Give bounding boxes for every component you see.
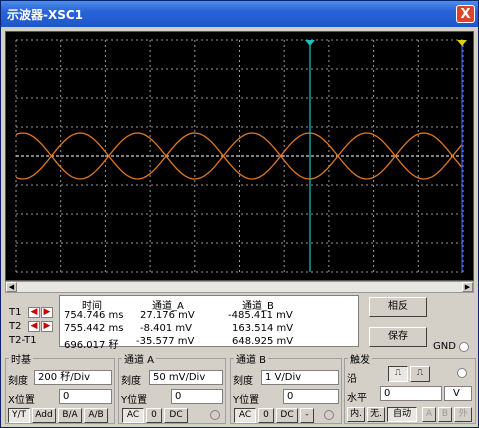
channel-b-minus-button[interactable]: - <box>300 408 314 423</box>
scope-display[interactable] <box>5 31 474 281</box>
trigger-source-b[interactable]: B <box>438 407 452 422</box>
trigger-edge-label: 沿 <box>347 374 357 385</box>
falling-edge-icon[interactable]: ⎍ <box>410 366 430 382</box>
mode-yt-button[interactable]: Y/T <box>8 408 30 423</box>
timebase-scale-field[interactable]: 200 秄/Div <box>34 370 112 385</box>
channel-a-ypos-field[interactable]: 0 <box>171 389 223 404</box>
trigger-internal-button[interactable]: 内. <box>347 407 365 422</box>
scroll-left-icon[interactable]: ◀ <box>6 282 17 292</box>
timebase-title: 时基 <box>9 351 33 366</box>
channel-a-title: 通道 A <box>122 351 157 366</box>
trigger-title: 触发 <box>348 351 372 366</box>
channel-a-ypos-label: Y位置 <box>121 395 148 406</box>
channel-a-ac-button[interactable]: AC <box>122 408 144 423</box>
t2-t1-label: T2-T1 <box>9 335 37 346</box>
t1-label: T1 <box>9 307 22 318</box>
channel-a-scale-label: 刻度 <box>121 376 141 387</box>
channel-a-scale-field[interactable]: 50 mV/Div <box>149 370 223 385</box>
channel-b-zero-button[interactable]: 0 <box>258 408 274 423</box>
cursor-readout: 时间 通道_A 通道_B 754.746 ms 27.176 mV -485.4… <box>59 295 359 351</box>
scope-screen <box>15 39 467 273</box>
oscilloscope-window: 示波器-XSC1 X ◀ ▶ T1 ◀ ▶ T2 ◀ ▶ T2-T1 时间 通道_A… <box>0 0 479 428</box>
rising-edge-icon[interactable]: ⎍ <box>388 366 408 382</box>
t1-right-arrow-icon[interactable]: ▶ <box>41 307 53 318</box>
channel-b-ac-button[interactable]: AC <box>234 408 256 423</box>
trigger-level-unit[interactable]: V <box>444 386 472 401</box>
channel-b-radio[interactable] <box>324 410 334 420</box>
save-button[interactable]: 保存 <box>369 327 427 347</box>
t2-t1-channel-b: 648.925 mV <box>232 336 294 347</box>
trigger-source-ext[interactable]: 外 <box>454 407 472 422</box>
t2-arrows: ◀ ▶ <box>28 320 54 332</box>
t2-right-arrow-icon[interactable]: ▶ <box>41 321 53 332</box>
t2-t1-channel-a: -35.577 mV <box>136 336 195 347</box>
channel-a-zero-button[interactable]: 0 <box>146 408 162 423</box>
close-icon[interactable]: X <box>456 5 475 23</box>
channel-a-radio[interactable] <box>210 410 220 420</box>
t2-channel-b: 163.514 mV <box>232 323 294 334</box>
t1-arrows: ◀ ▶ <box>28 306 54 318</box>
trigger-edge-radio[interactable] <box>457 368 467 378</box>
trigger-source-a[interactable]: A <box>422 407 436 422</box>
reverse-button[interactable]: 相反 <box>369 297 427 317</box>
t1-channel-a: 27.176 mV <box>140 310 195 321</box>
t2-t1-time: 696.017 秄 <box>64 340 119 351</box>
channel-b-ypos-field[interactable]: 0 <box>283 389 339 404</box>
channel-b-dc-button[interactable]: DC <box>276 408 298 423</box>
t2-left-arrow-icon[interactable]: ◀ <box>28 321 40 332</box>
trigger-auto-button[interactable]: 自动 <box>387 407 417 422</box>
mode-ba-button[interactable]: B/A <box>58 408 82 423</box>
cursor-t2-marker-icon <box>457 40 467 46</box>
timebase-scale-label: 刻度 <box>8 376 28 387</box>
t2-label: T2 <box>9 321 22 332</box>
t2-channel-a: -8.401 mV <box>140 323 192 334</box>
x-position-field[interactable]: 0 <box>59 389 112 404</box>
channel-a-dc-button[interactable]: DC <box>164 408 188 423</box>
gnd-label: GND <box>433 341 456 352</box>
scope-scrollbar[interactable]: ◀ ▶ <box>5 281 474 293</box>
gnd-radio[interactable] <box>459 342 469 352</box>
channel-b-scale-label: 刻度 <box>233 376 253 387</box>
mode-ab-button[interactable]: A/B <box>84 408 108 423</box>
x-position-label: X位置 <box>8 395 35 406</box>
t2-time: 755.442 ms <box>64 323 124 334</box>
cursor-t1-marker-icon <box>305 40 315 46</box>
channel-b-ypos-label: Y位置 <box>233 395 260 406</box>
trigger-level-field[interactable]: 0 <box>380 386 442 401</box>
t1-left-arrow-icon[interactable]: ◀ <box>28 307 40 318</box>
trigger-none-button[interactable]: 无. <box>367 407 385 422</box>
title-bar[interactable]: 示波器-XSC1 X <box>1 1 478 27</box>
window-title: 示波器-XSC1 <box>7 8 84 22</box>
channel-b-title: 通道 B <box>234 351 269 366</box>
t1-time: 754.746 ms <box>64 310 124 321</box>
mode-add-button[interactable]: Add <box>32 408 56 423</box>
trigger-level-label: 水平 <box>347 393 367 404</box>
t1-channel-b: -485.411 mV <box>228 310 293 321</box>
channel-b-scale-field[interactable]: 1 V/Div <box>261 370 339 385</box>
scroll-right-icon[interactable]: ▶ <box>462 282 473 292</box>
